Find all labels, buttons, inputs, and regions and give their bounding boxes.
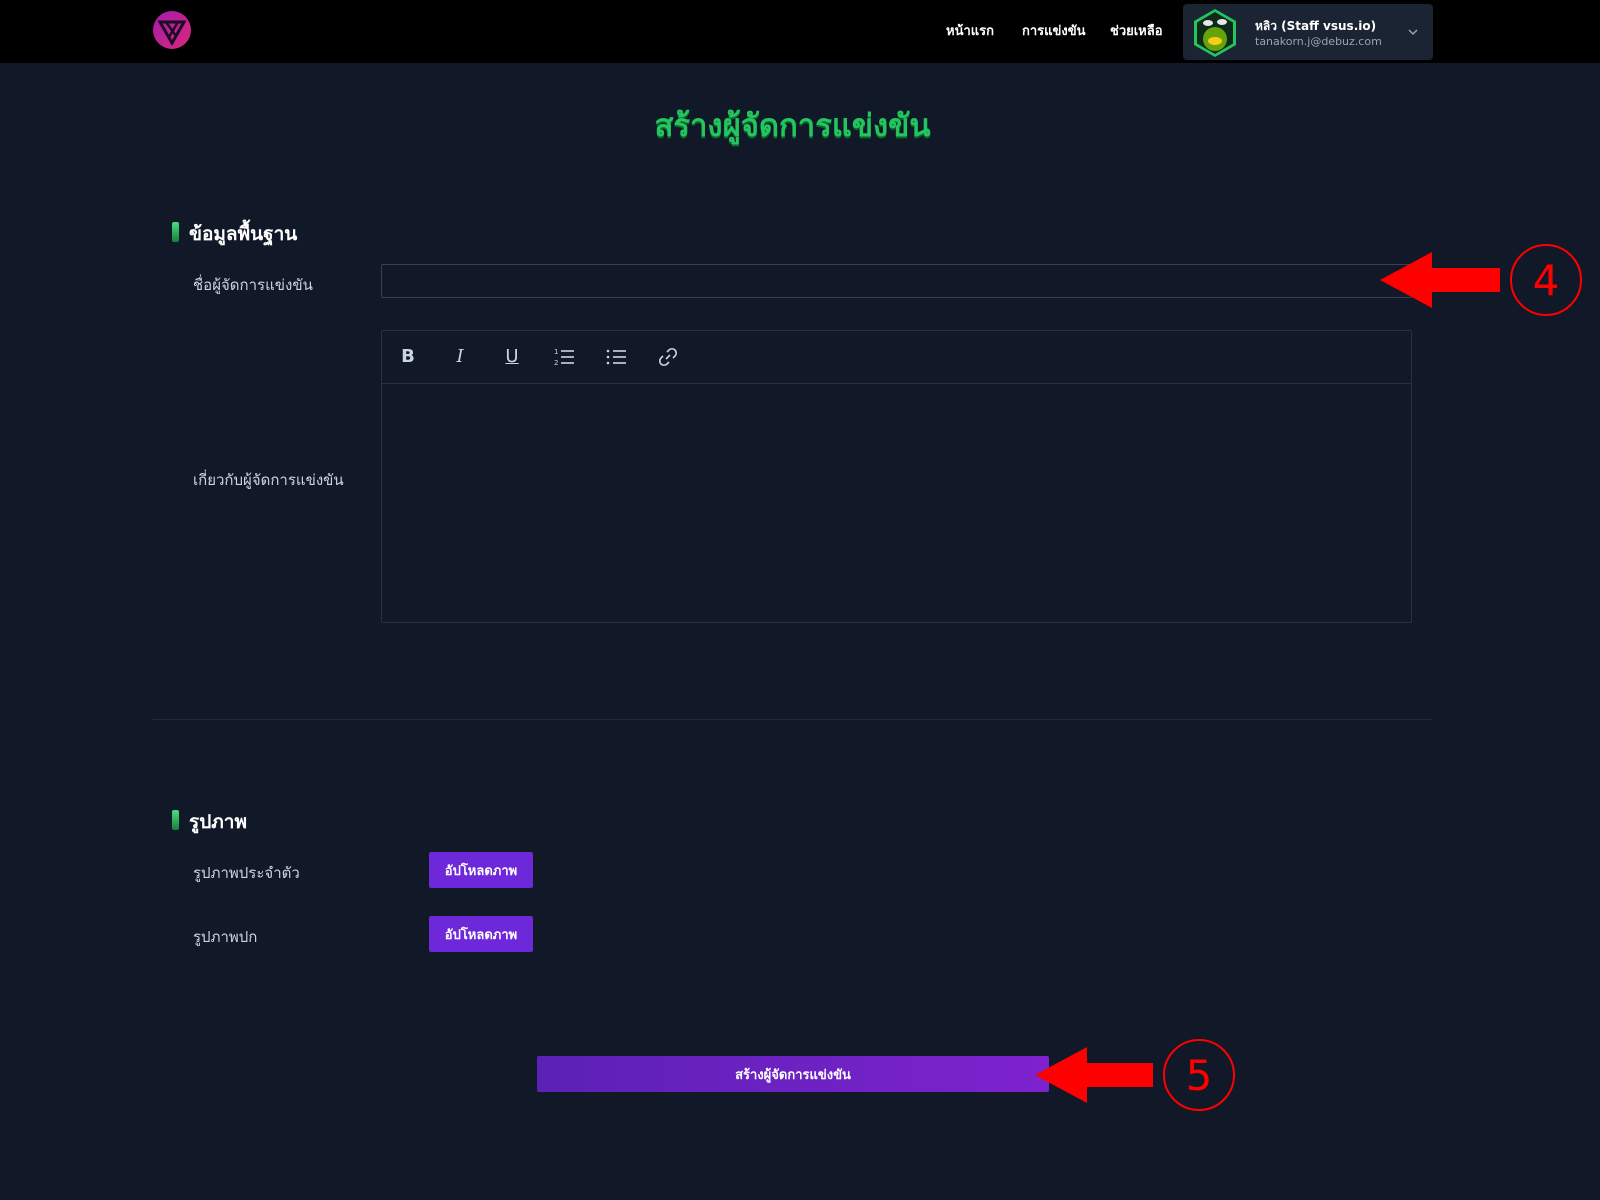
section-heading-images: รูปภาพ [172,807,247,837]
profile-name: หลิว (Staff vsus.io) [1255,19,1377,33]
upload-cover-image-button[interactable]: อัปโหลดภาพ [429,916,533,952]
organizer-name-label: ชื่อผู้จัดการแข่งขัน [193,276,313,294]
underline-button[interactable]: U [500,345,524,369]
ordered-list-icon[interactable]: 1 2 [552,345,576,369]
rich-text-editor: B I U 1 2 [381,330,1412,623]
bullet-list-icon[interactable] [604,345,628,369]
chevron-down-icon[interactable] [1407,26,1419,38]
svg-text:2: 2 [554,359,558,367]
bold-button[interactable]: B [396,345,420,369]
annotation-number-4: 4 [1533,256,1560,305]
annotation-arrow-4: 4 [1380,244,1582,316]
section-accent-bar [172,810,179,830]
editor-text-area[interactable] [382,385,1411,623]
upload-profile-image-button[interactable]: อัปโหลดภาพ [429,852,533,888]
profile-email: tanakorn.j@debuz.com [1255,35,1382,48]
cover-image-label: รูปภาพปก [193,928,258,946]
page-title: สร้างผู้จัดการแข่งขัน [654,108,931,144]
link-icon[interactable] [656,345,680,369]
organizer-name-input[interactable] [381,264,1412,298]
organizer-about-label: เกี่ยวกับผู้จัดการแข่งขัน [193,471,344,489]
editor-toolbar: B I U 1 2 [382,331,1411,384]
section-accent-bar [172,222,179,242]
annotation-arrow-5: 5 [1035,1039,1235,1111]
annotation-number-5: 5 [1186,1051,1213,1100]
section-divider [152,719,1432,720]
section-heading-text: รูปภาพ [189,811,247,833]
italic-button[interactable]: I [448,345,472,369]
avatar-icon [1194,9,1236,57]
section-heading-text: ข้อมูลพื้นฐาน [189,223,298,245]
profile-menu[interactable]: หลิว (Staff vsus.io) tanakorn.j@debuz.co… [1183,4,1433,60]
nav-home-link[interactable]: หน้าแรก [946,20,994,41]
section-heading-basic-info: ข้อมูลพื้นฐาน [172,219,297,249]
vsus-logo-icon[interactable] [152,10,192,50]
create-organizer-button[interactable]: สร้างผู้จัดการแข่งขัน [537,1056,1049,1092]
nav-help-link[interactable]: ช่วยเหลือ [1110,20,1163,41]
svg-text:1: 1 [554,348,558,356]
top-navbar: หน้าแรก การแข่งขัน ช่วยเหลือ หลิว (Staff… [0,0,1600,63]
profile-image-label: รูปภาพประจำตัว [193,864,300,882]
nav-competitions-link[interactable]: การแข่งขัน [1022,20,1086,41]
